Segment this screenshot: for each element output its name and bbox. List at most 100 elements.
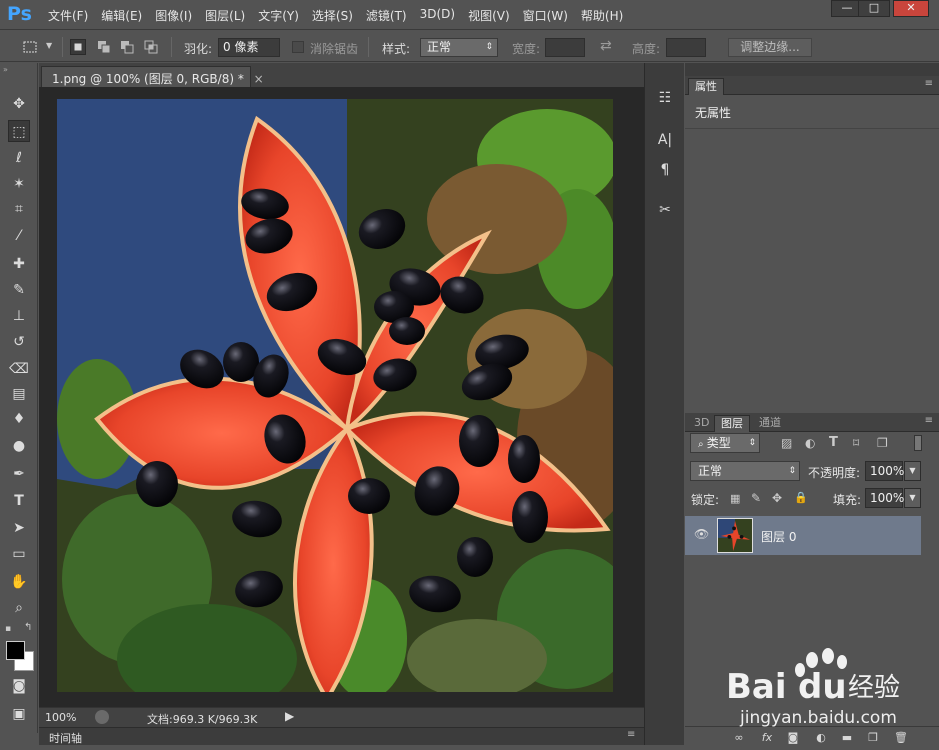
fx-icon[interactable]: fx	[759, 731, 775, 747]
type-filter-icon[interactable]: T	[829, 435, 838, 450]
opacity-input[interactable]: 100%	[865, 461, 904, 481]
style-select[interactable]: 正常 ⇕	[420, 38, 498, 57]
rectangle-tool-icon[interactable]: ▭	[8, 543, 30, 565]
menu-type[interactable]: 文字(Y)	[258, 7, 299, 24]
status-menu-icon[interactable]	[95, 710, 109, 724]
layer-filter-select[interactable]: ⌕ 类型 ⇕	[690, 433, 760, 453]
new-selection-icon[interactable]	[70, 39, 86, 55]
smart-object-filter-icon[interactable]: ❐	[877, 436, 888, 450]
menu-window[interactable]: 窗口(W)	[523, 7, 568, 24]
hand-tool-icon[interactable]: ✋	[8, 571, 30, 593]
collapse-icon[interactable]: »	[3, 65, 8, 74]
pen-tool-icon[interactable]: ✒	[8, 463, 30, 485]
visibility-eye-icon[interactable]: 👁	[694, 527, 709, 541]
magic-wand-tool-icon[interactable]: ✶	[8, 173, 30, 195]
adjustment-filter-icon[interactable]: ◐	[805, 436, 815, 450]
height-input[interactable]	[666, 38, 706, 57]
opacity-dropdown-icon[interactable]: ▼	[904, 461, 921, 481]
shape-filter-icon[interactable]: ⌑	[853, 436, 859, 450]
eraser-tool-icon[interactable]: ⌫	[8, 358, 30, 380]
new-group-icon[interactable]: ▬	[839, 731, 855, 747]
menu-view[interactable]: 视图(V)	[468, 7, 510, 24]
brush-tool-icon[interactable]: ✎	[8, 279, 30, 301]
quick-mask-icon[interactable]: ◙	[8, 675, 30, 697]
status-arrow-icon[interactable]: ▶	[285, 709, 294, 723]
character-panel-icon[interactable]: A|	[654, 129, 676, 151]
lasso-tool-icon[interactable]: ℓ	[8, 147, 30, 169]
layer-name[interactable]: 图层 0	[761, 528, 796, 545]
type-tool-icon[interactable]: T	[8, 490, 30, 512]
healing-brush-tool-icon[interactable]: ✚	[8, 253, 30, 275]
feather-input[interactable]: 0 像素	[218, 38, 280, 57]
zoom-tool-icon[interactable]: ⌕	[8, 597, 30, 619]
filter-toggle[interactable]	[914, 435, 922, 451]
lock-all-icon[interactable]: 🔒	[794, 491, 808, 504]
antialias-checkbox[interactable]	[292, 41, 304, 53]
marquee-tool-icon[interactable]: ⬚	[8, 120, 30, 142]
clone-stamp-tool-icon[interactable]: ⊥	[8, 305, 30, 327]
history-brush-tool-icon[interactable]: ↺	[8, 331, 30, 353]
menu-select[interactable]: 选择(S)	[312, 7, 353, 24]
add-selection-icon[interactable]	[96, 39, 112, 55]
layer-row[interactable]: 👁 图层 0	[685, 516, 921, 555]
rect-marquee-icon[interactable]	[22, 39, 38, 55]
panel-menu-icon[interactable]: ≡	[925, 415, 933, 426]
tab-properties[interactable]: 属性	[688, 78, 724, 95]
close-button[interactable]: ✕	[893, 0, 929, 17]
menu-items: 文件(F) 编辑(E) 图像(I) 图层(L) 文字(Y) 选择(S) 滤镜(T…	[48, 7, 636, 24]
blur-tool-icon[interactable]: ♦	[8, 408, 30, 430]
paragraph-panel-icon[interactable]: ¶	[654, 159, 676, 181]
history-panel-icon[interactable]: ☷	[654, 87, 676, 109]
swap-icon[interactable]: ⇄	[600, 38, 612, 54]
adjustment-layer-icon[interactable]: ◐	[813, 731, 829, 747]
menu-layer[interactable]: 图层(L)	[205, 7, 245, 24]
timeline-label[interactable]: 时间轴	[49, 730, 82, 746]
gradient-tool-icon[interactable]: ▤	[8, 383, 30, 405]
tab-layers[interactable]: 图层	[714, 415, 750, 432]
lock-transparent-icon[interactable]: ▦	[730, 492, 740, 505]
close-tab-icon[interactable]: ×	[254, 72, 264, 86]
path-selection-tool-icon[interactable]: ➤	[8, 517, 30, 539]
fill-input[interactable]: 100%	[865, 488, 904, 508]
baidu-jingyan-watermark: Bai du 经验 jingyan.baidu.com	[726, 648, 900, 728]
panel-menu-icon[interactable]: ≡	[925, 78, 933, 89]
divider	[62, 37, 63, 57]
lock-image-icon[interactable]: ✎	[751, 491, 761, 505]
move-tool-icon[interactable]: ✥	[8, 93, 30, 115]
menu-image[interactable]: 图像(I)	[155, 7, 192, 24]
menu-3d[interactable]: 3D(D)	[420, 7, 455, 24]
tool-preset-chevron-icon[interactable]: ▼	[46, 41, 52, 50]
canvas-image[interactable]	[57, 99, 613, 692]
zoom-level[interactable]: 100%	[45, 711, 76, 724]
menu-help[interactable]: 帮助(H)	[581, 7, 623, 24]
crop-tool-icon[interactable]: ⌗	[8, 198, 30, 220]
blend-mode-select[interactable]: 正常 ⇕	[690, 461, 800, 481]
screen-mode-icon[interactable]: ▣	[8, 703, 30, 725]
canvas-area[interactable]	[39, 87, 644, 707]
dodge-tool-icon[interactable]: ●	[8, 435, 30, 457]
intersect-selection-icon[interactable]	[143, 39, 159, 55]
subtract-selection-icon[interactable]	[119, 39, 135, 55]
foreground-color-swatch[interactable]	[6, 641, 25, 660]
delete-layer-icon[interactable]: 🗑	[893, 731, 909, 747]
document-tab[interactable]: 1.png @ 100% (图层 0, RGB/8) * ×	[41, 66, 264, 87]
pixel-filter-icon[interactable]: ▨	[781, 436, 792, 450]
link-layers-icon[interactable]: ∞	[731, 731, 747, 747]
maximize-button[interactable]: □	[858, 0, 890, 17]
tab-3d[interactable]: 3D	[688, 415, 715, 432]
width-input[interactable]	[545, 38, 585, 57]
menu-file[interactable]: 文件(F)	[48, 7, 88, 24]
menu-edit[interactable]: 编辑(E)	[101, 7, 142, 24]
swap-colors-icon[interactable]: ↰	[24, 622, 32, 633]
menu-filter[interactable]: 滤镜(T)	[366, 7, 407, 24]
add-mask-icon[interactable]: ◙	[785, 731, 801, 747]
panel-menu-icon[interactable]: ≡	[627, 729, 635, 740]
eyedropper-tool-icon[interactable]: ⁄	[8, 225, 30, 247]
lock-position-icon[interactable]: ✥	[772, 491, 782, 505]
new-layer-icon[interactable]: ❐	[865, 731, 881, 747]
fill-dropdown-icon[interactable]: ▼	[904, 488, 921, 508]
tool-presets-icon[interactable]: ✂	[654, 199, 676, 221]
refine-edge-button[interactable]: 调整边缘...	[728, 38, 812, 57]
default-colors-icon[interactable]: ▪	[5, 624, 11, 634]
tab-channels[interactable]: 通道	[753, 415, 787, 432]
